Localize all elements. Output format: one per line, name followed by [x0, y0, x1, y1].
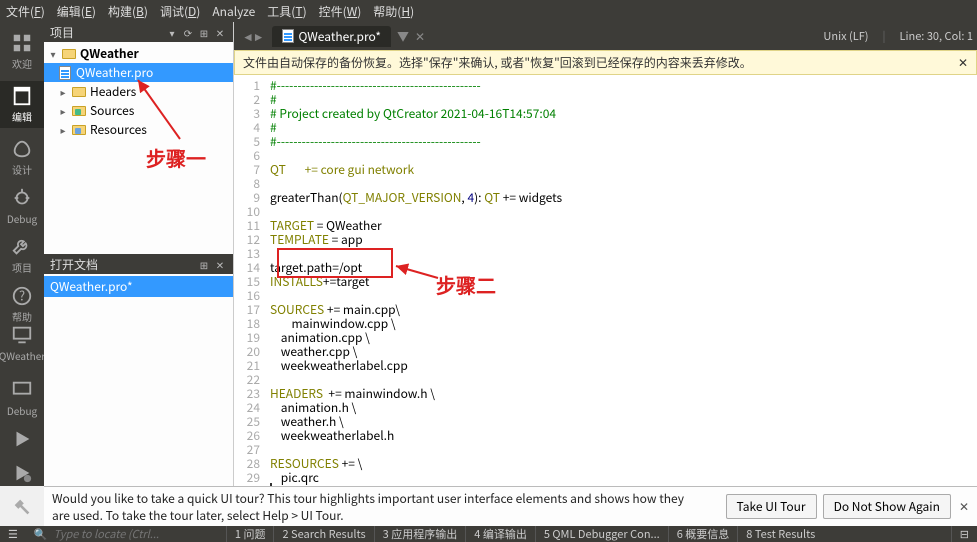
code-line[interactable]: 12TEMPLATE = app: [234, 233, 977, 247]
mode-help[interactable]: ?帮助: [11, 285, 33, 324]
mode-bar: 欢迎编辑设计 Debug 项目 ?帮助QWeather Debug: [0, 22, 44, 486]
folderh-icon: [72, 85, 86, 99]
project-panel-header: 项目 ▾ ⟳ ⊞ ✕: [44, 22, 233, 42]
tour-bar: Would you like to take a quick UI tour? …: [44, 486, 977, 526]
close-panel-icon[interactable]: ✕: [213, 257, 227, 271]
kit-playbug[interactable]: [11, 462, 33, 486]
split-icon[interactable]: ⊞: [197, 25, 211, 39]
code-line[interactable]: 28RESOURCES += \: [234, 457, 977, 471]
menu-item[interactable]: 工具(T): [267, 3, 306, 20]
output-tab[interactable]: 5 QML Debugger Con...: [535, 526, 668, 542]
close-tab-icon[interactable]: ✕: [415, 28, 425, 45]
menu-bar: 文件(F) 编辑(E) 构建(B) 调试(D) Analyze 工具(T) 控件(W) 帮助(…: [0, 0, 977, 22]
open-docs-list: QWeather.pro*: [44, 274, 233, 486]
search-icon: 🔍: [34, 526, 48, 542]
code-line[interactable]: 24 animation.h \: [234, 401, 977, 415]
close-panel-icon[interactable]: ✕: [213, 25, 227, 39]
tour-message: Would you like to take a quick UI tour? …: [52, 490, 692, 524]
open-docs-header: 打开文档 ⊞ ✕: [44, 254, 233, 274]
tree-node[interactable]: ▸Headers: [44, 82, 233, 101]
tree-label: QWeather: [80, 45, 139, 62]
svg-text:?: ?: [19, 286, 25, 305]
project-panel-title: 项目: [50, 24, 74, 41]
info-bar: 文件由自动保存的备份恢复。选择"保存"来确认, 或者"恢复"回滚到已经保存的内容…: [234, 50, 977, 75]
code-line[interactable]: 21 weekweatherlabel.cpp: [234, 359, 977, 373]
editor-tab[interactable]: QWeather.pro*: [272, 26, 391, 47]
code-line[interactable]: 7QT += core gui network: [234, 163, 977, 177]
editor-pane: ◄ ► QWeather.pro* ▼ ✕ Unix (LF) | Line: …: [234, 22, 977, 486]
pro-icon: [58, 66, 72, 80]
split-icon[interactable]: ⊞: [197, 257, 211, 271]
output-tab[interactable]: 3 应用程序输出: [374, 526, 466, 542]
line-ending[interactable]: Unix (LF): [823, 28, 868, 44]
output-tab[interactable]: 6 概要信息: [668, 526, 738, 542]
tree-node[interactable]: QWeather.pro: [44, 63, 233, 82]
project-tree: ▾QWeatherQWeather.pro▸Headers▸Sources▸Re…: [44, 42, 233, 254]
take-tour-button[interactable]: Take UI Tour: [726, 494, 817, 519]
locator-input[interactable]: [54, 526, 194, 542]
kit-monitor2[interactable]: Debug: [7, 379, 37, 418]
tasks-icon[interactable]: ☰: [0, 526, 26, 542]
menu-item[interactable]: Analyze: [212, 3, 255, 20]
status-bar: ☰ 🔍 1 问题2 Search Results3 应用程序输出4 编译输出5 …: [0, 526, 977, 542]
code-line[interactable]: 9greaterThan(QT_MAJOR_VERSION, 4): QT +=…: [234, 191, 977, 205]
progress-icon[interactable]: ⊟: [951, 526, 977, 542]
foldersrc-icon: [72, 104, 86, 118]
mode-paint[interactable]: 设计: [11, 138, 33, 177]
code-line[interactable]: 26 weekweatherlabel.h: [234, 429, 977, 443]
code-editor[interactable]: 1#--------------------------------------…: [234, 75, 977, 486]
mode-edit[interactable]: 编辑: [0, 81, 44, 128]
close-icon[interactable]: ✕: [959, 500, 969, 514]
code-line[interactable]: 5#--------------------------------------…: [234, 135, 977, 149]
menu-item[interactable]: 控件(W): [319, 3, 362, 20]
dont-show-button[interactable]: Do Not Show Again: [823, 494, 951, 519]
folderres-icon: [72, 123, 86, 137]
mode-grid[interactable]: 欢迎: [11, 32, 33, 71]
divider: |: [883, 28, 886, 44]
menu-item[interactable]: 编辑(E): [57, 3, 96, 20]
kit-hammer[interactable]: [11, 496, 33, 520]
mode-wrench[interactable]: 项目: [11, 236, 33, 275]
output-tab[interactable]: 4 编译输出: [465, 526, 535, 542]
close-icon[interactable]: ✕: [958, 56, 968, 70]
folder-icon: [62, 47, 76, 61]
output-tab[interactable]: 2 Search Results: [273, 526, 373, 542]
side-panel: 项目 ▾ ⟳ ⊞ ✕ ▾QWeatherQWeather.pro▸Headers…: [44, 22, 234, 486]
kit-monitor[interactable]: QWeather: [0, 324, 45, 363]
code-line[interactable]: 1#--------------------------------------…: [234, 79, 977, 93]
editor-tab-label: QWeather.pro*: [298, 28, 381, 45]
tree-label: Sources: [90, 102, 134, 119]
kit-play[interactable]: [11, 428, 33, 452]
pro-file-icon: [282, 29, 294, 43]
info-bar-text: 文件由自动保存的备份恢复。选择"保存"来确认, 或者"恢复"回滚到已经保存的内容…: [243, 54, 752, 71]
tree-label: QWeather.pro: [76, 64, 153, 81]
menu-item[interactable]: 调试(D): [160, 3, 200, 20]
sync-icon[interactable]: ⟳: [181, 25, 195, 39]
dropdown-icon[interactable]: ▼: [397, 28, 409, 45]
output-tab[interactable]: 8 Test Results: [737, 526, 823, 542]
mode-bug[interactable]: Debug: [7, 187, 37, 226]
code-line[interactable]: 15INSTALLS+=target: [234, 275, 977, 289]
output-tab[interactable]: 1 问题: [226, 526, 274, 542]
cursor-position[interactable]: Line: 30, Col: 1: [900, 28, 974, 44]
open-doc-item[interactable]: QWeather.pro*: [44, 276, 233, 297]
tree-node[interactable]: ▾QWeather: [44, 44, 233, 63]
menu-item[interactable]: 帮助(H): [373, 3, 414, 20]
menu-item[interactable]: 构建(B): [108, 3, 148, 20]
code-line[interactable]: 29 pic.qrc: [234, 471, 977, 485]
menu-item[interactable]: 文件(F): [6, 3, 45, 20]
code-line[interactable]: 3# Project created by QtCreator 2021-04-…: [234, 107, 977, 121]
editor-tab-bar: ◄ ► QWeather.pro* ▼ ✕ Unix (LF) | Line: …: [234, 22, 977, 50]
tree-label: Headers: [90, 83, 136, 100]
filter-icon[interactable]: ▾: [165, 25, 179, 39]
tree-label: Resources: [90, 121, 147, 138]
open-docs-title: 打开文档: [50, 256, 98, 273]
locator: 🔍: [26, 526, 226, 542]
nav-back-icon[interactable]: ◄ ►: [238, 28, 266, 45]
tree-node[interactable]: ▸Sources: [44, 101, 233, 120]
tree-node[interactable]: ▸Resources: [44, 120, 233, 139]
